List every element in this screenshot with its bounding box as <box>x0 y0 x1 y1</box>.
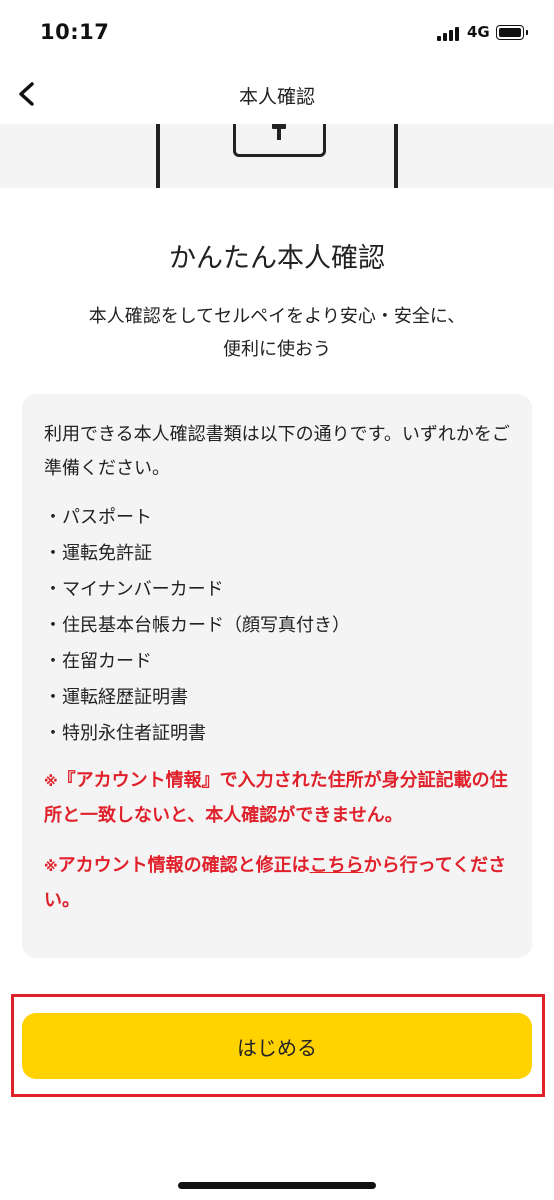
warning-mark: ※ <box>44 859 58 875</box>
list-item: 運転経歴証明書 <box>44 680 510 716</box>
network-type: 4G <box>467 23 490 41</box>
status-time: 10:17 <box>40 20 110 44</box>
battery-icon <box>496 25 524 40</box>
account-info-note: ※アカウント情報の確認と修正はこちらから行ってください。 <box>44 849 510 918</box>
address-warning: ※『アカウント情報』で入力された住所が身分証記載の住所と一致しないと、本人確認が… <box>44 764 510 833</box>
page-title: かんたん本人確認 <box>169 243 385 274</box>
list-item: 在留カード <box>44 644 510 680</box>
status-bar: 10:17 4G <box>0 0 554 66</box>
list-item: 特別永住者証明書 <box>44 716 510 752</box>
info-intro: 利用できる本人確認書類は以下の通りです。いずれかをご準備ください。 <box>44 424 510 479</box>
id-card-icon <box>233 124 326 157</box>
hero-illustration <box>0 124 554 188</box>
signal-icon <box>437 27 463 41</box>
address-warning-text: 『アカウント情報』で入力された住所が身分証記載の住所と一致しないと、本人確認がで… <box>44 770 508 826</box>
nav-bar: 本人確認 <box>0 66 554 125</box>
list-item: マイナンバーカード <box>44 572 510 608</box>
home-indicator <box>178 1182 376 1189</box>
list-item: 運転免許証 <box>44 536 510 572</box>
nav-title: 本人確認 <box>238 86 315 108</box>
subtitle-line-2: 便利に使おう <box>223 339 331 360</box>
list-item: 住民基本台帳カード（顔写真付き） <box>44 608 510 644</box>
start-button[interactable]: はじめる <box>22 1013 532 1079</box>
warning-mark: ※ <box>44 774 58 790</box>
document-info-card: 利用できる本人確認書類は以下の通りです。いずれかをご準備ください。 パスポート … <box>22 394 532 958</box>
subtitle-line-1: 本人確認をしてセルペイをより安心・安全に、 <box>88 306 466 327</box>
account-note-prefix: アカウント情報の確認と修正は <box>57 855 310 876</box>
document-list: パスポート 運転免許証 マイナンバーカード 住民基本台帳カード（顔写真付き） 在… <box>44 500 510 752</box>
list-item: パスポート <box>44 500 510 536</box>
account-info-link[interactable]: こちら <box>310 855 364 876</box>
battery-cap <box>526 30 528 35</box>
page-subtitle: 本人確認をしてセルペイをより安心・安全に、 便利に使おう <box>40 300 514 366</box>
